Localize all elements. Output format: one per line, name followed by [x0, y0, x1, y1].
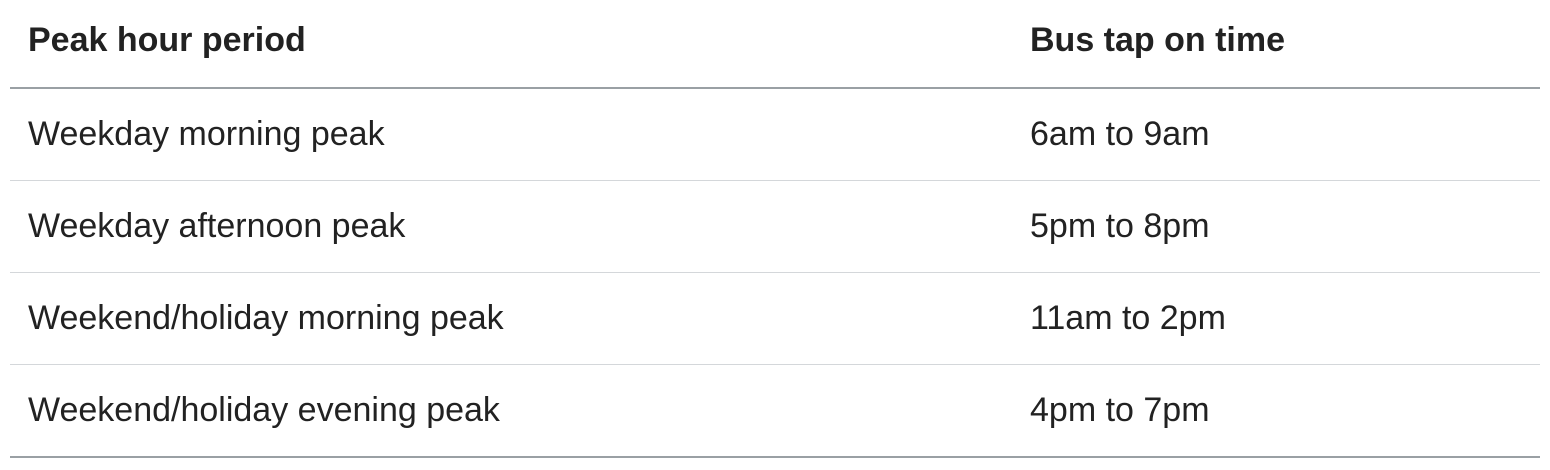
period-cell: Weekday afternoon peak — [10, 180, 1012, 273]
header-row: Peak hour period Bus tap on time — [10, 0, 1540, 89]
period-cell: Weekend/holiday evening peak — [10, 364, 1012, 458]
time-cell: 5pm to 8pm — [1012, 180, 1540, 273]
table-row: Weekday afternoon peak 5pm to 8pm — [10, 180, 1540, 273]
peak-hours-table-container: Peak hour period Bus tap on time Weekday… — [10, 0, 1540, 458]
time-cell: 4pm to 7pm — [1012, 364, 1540, 458]
table-row: Weekday morning peak 6am to 9am — [10, 88, 1540, 181]
period-cell: Weekend/holiday morning peak — [10, 272, 1012, 365]
time-cell: 6am to 9am — [1012, 88, 1540, 181]
peak-hours-table: Peak hour period Bus tap on time Weekday… — [10, 0, 1540, 458]
table-row: Weekend/holiday evening peak 4pm to 7pm — [10, 364, 1540, 458]
header-bus-tap-on-time: Bus tap on time — [1012, 0, 1540, 89]
period-cell: Weekday morning peak — [10, 88, 1012, 181]
table-body: Weekday morning peak 6am to 9am Weekday … — [10, 88, 1540, 458]
table-row: Weekend/holiday morning peak 11am to 2pm — [10, 272, 1540, 365]
table-header: Peak hour period Bus tap on time — [10, 0, 1540, 89]
header-peak-hour-period: Peak hour period — [10, 0, 1012, 89]
time-cell: 11am to 2pm — [1012, 272, 1540, 365]
